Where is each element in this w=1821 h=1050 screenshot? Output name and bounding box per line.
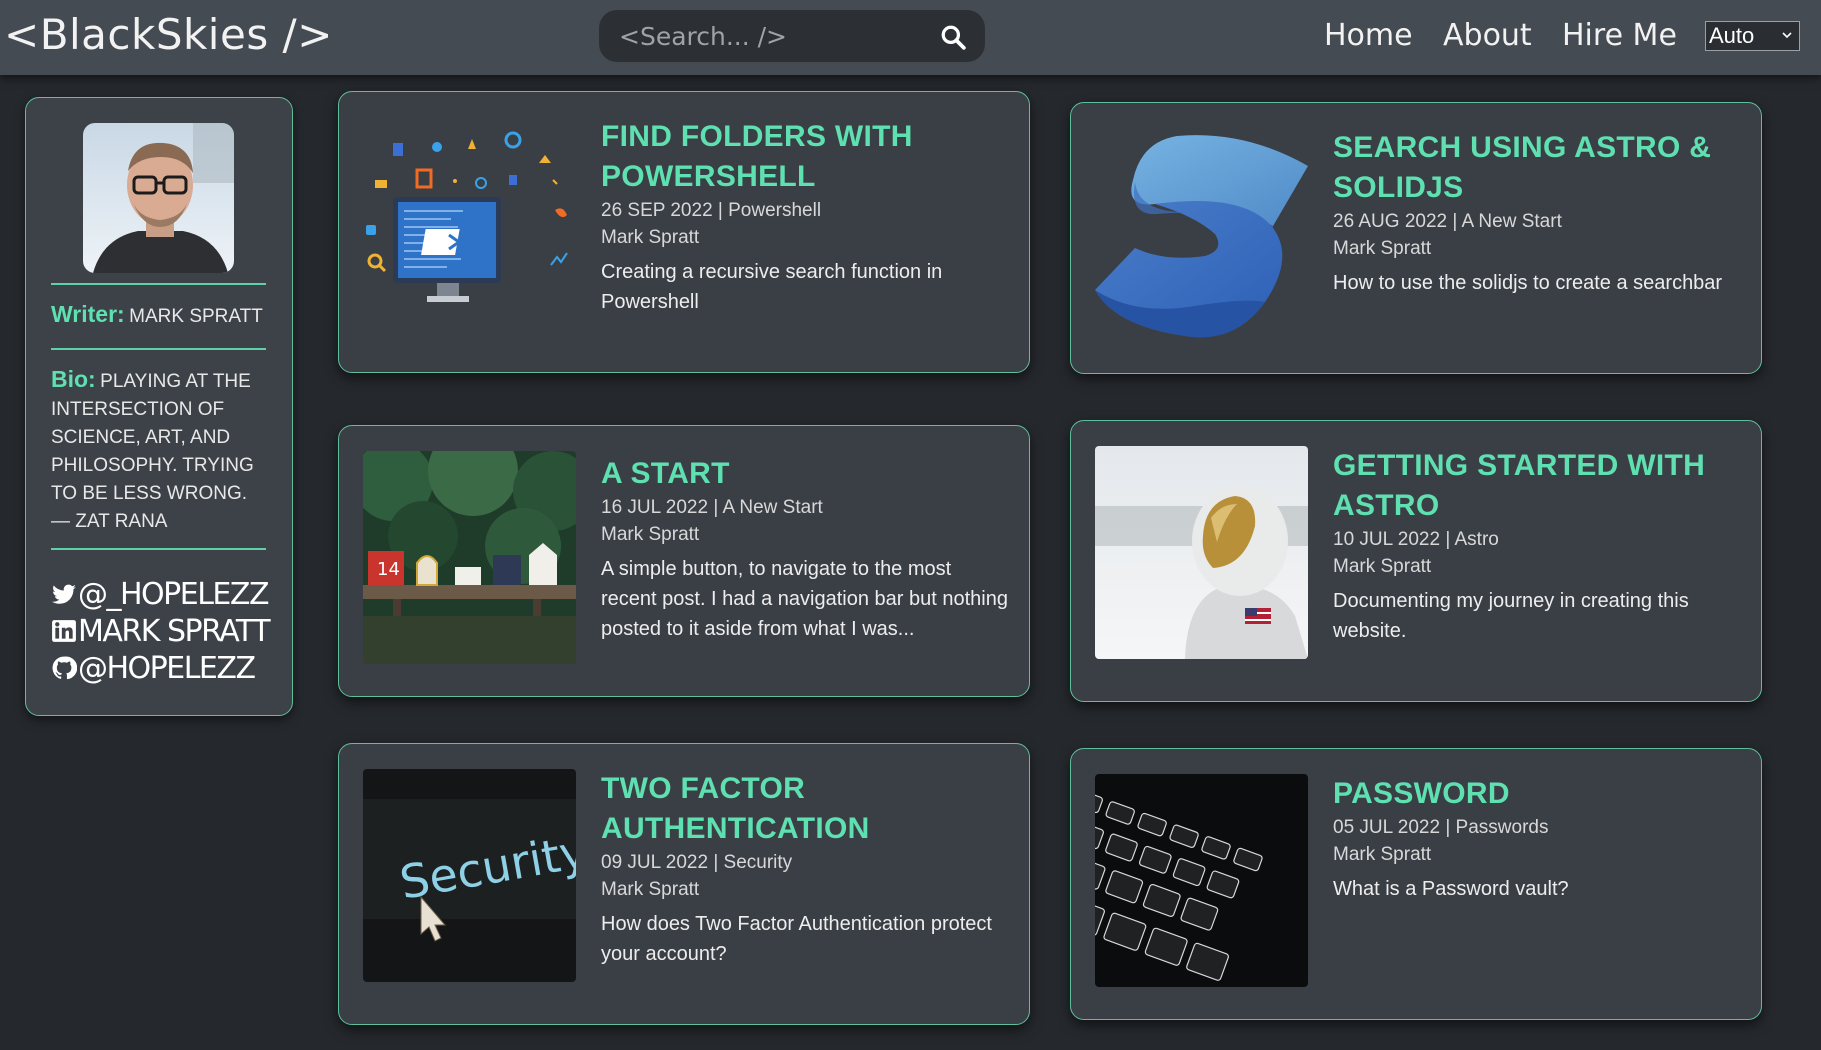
twitter-icon	[52, 584, 76, 604]
sidebar-divider	[51, 283, 266, 285]
powershell-illustration	[363, 125, 576, 338]
twitter-link[interactable]: @_hopelezz	[51, 576, 281, 612]
post-description: Documenting my journey in creating this …	[1333, 590, 1689, 642]
post-description: How does Two Factor Authentication prote…	[601, 913, 992, 965]
writer-name: Mark Spratt	[129, 306, 263, 327]
post-title[interactable]: A Start	[601, 454, 1011, 494]
author-sidebar: Writer: Mark Spratt Bio: Playing at the …	[25, 97, 293, 716]
security-photo: Security	[363, 769, 576, 982]
post-title[interactable]: Two Factor Authentication	[601, 769, 1011, 849]
bio-text: Playing at the intersection of science, …	[51, 371, 254, 532]
post-author: Mark Spratt	[1333, 844, 1432, 865]
sidebar-divider	[51, 348, 266, 350]
chevron-down-icon	[1782, 32, 1792, 39]
nav-home-link[interactable]: Home	[1324, 18, 1413, 53]
post-author: Mark Spratt	[601, 227, 700, 248]
post-date-category: 05 JUL 2022 | Passwords	[1333, 817, 1549, 838]
search-bar	[599, 10, 985, 62]
post-description: How to use the solidjs to create a searc…	[1333, 272, 1723, 294]
top-navigation-bar: <BlackSkies /> Home About Hire Me Auto	[0, 0, 1821, 75]
linkedin-icon	[52, 620, 76, 642]
search-icon[interactable]	[940, 24, 966, 50]
post-card-body: Two Factor Authentication 09 JUL 2022 | …	[601, 769, 1011, 969]
post-date-category: 16 JUL 2022 | A New Start	[601, 497, 823, 518]
post-description: A simple button, to navigate to the most…	[601, 558, 1008, 640]
solidjs-logo	[1095, 130, 1308, 343]
theme-select[interactable]: Auto	[1705, 21, 1800, 51]
post-author: Mark Spratt	[1333, 556, 1432, 577]
bio-info: Bio: Playing at the intersection of scie…	[51, 366, 266, 536]
writer-label: Writer:	[51, 301, 125, 327]
post-card[interactable]: Getting Started with Astro 10 JUL 2022 |…	[1070, 420, 1762, 702]
post-description: What is a Password vault?	[1333, 878, 1569, 900]
svg-text:14: 14	[377, 559, 400, 580]
nav-hire-me-link[interactable]: Hire Me	[1562, 18, 1677, 53]
linkedin-link[interactable]: Mark Spratt	[51, 613, 281, 649]
mailboxes-photo: 14	[363, 451, 576, 664]
post-card-body: Getting Started with Astro 10 JUL 2022 |…	[1333, 446, 1743, 646]
post-date-category: 10 JUL 2022 | Astro	[1333, 529, 1499, 550]
github-link[interactable]: @hopelezz	[51, 650, 281, 686]
site-logo[interactable]: <BlackSkies />	[4, 10, 333, 59]
author-avatar	[83, 123, 234, 273]
post-date-category: 26 SEP 2022 | Powershell	[601, 200, 822, 221]
twitter-handle: @_hopelezz	[78, 576, 270, 612]
post-author: Mark Spratt	[601, 879, 700, 900]
post-description: Creating a recursive search function in …	[601, 261, 943, 313]
post-title[interactable]: Password	[1333, 774, 1743, 814]
post-card[interactable]: Search using Astro & SolidJS 26 AUG 2022…	[1070, 102, 1762, 374]
search-input[interactable]	[619, 18, 919, 54]
post-card[interactable]: Find Folders with Powershell 26 SEP 2022…	[338, 91, 1030, 373]
post-card[interactable]: Password 05 JUL 2022 | Passwords Mark Sp…	[1070, 748, 1762, 1020]
post-card-body: A Start 16 JUL 2022 | A New Start Mark S…	[601, 454, 1011, 644]
post-card-body: Password 05 JUL 2022 | Passwords Mark Sp…	[1333, 774, 1743, 904]
bio-label: Bio:	[51, 366, 96, 392]
linkedin-name: Mark Spratt	[78, 613, 271, 649]
writer-info: Writer: Mark Spratt	[51, 301, 276, 328]
github-handle: @hopelezz	[78, 650, 256, 686]
post-card-body: Search using Astro & SolidJS 26 AUG 2022…	[1333, 128, 1743, 298]
post-title[interactable]: Getting Started with Astro	[1333, 446, 1743, 526]
post-card-body: Find Folders with Powershell 26 SEP 2022…	[601, 117, 1011, 317]
post-card[interactable]: Security Two Factor Authentication 09 JU…	[338, 743, 1030, 1025]
nav-about-link[interactable]: About	[1443, 18, 1532, 53]
post-card[interactable]: 14 A Start 16 JUL 2022 | A New Start Mar…	[338, 425, 1030, 697]
post-date-category: 09 JUL 2022 | Security	[601, 852, 793, 873]
post-author: Mark Spratt	[601, 524, 700, 545]
theme-select-value: Auto	[1709, 23, 1755, 48]
astronaut-photo	[1095, 446, 1308, 659]
post-date-category: 26 AUG 2022 | A New Start	[1333, 211, 1562, 232]
sidebar-divider	[51, 548, 266, 550]
post-title[interactable]: Search using Astro & SolidJS	[1333, 128, 1743, 208]
keyboard-photo	[1095, 774, 1308, 987]
post-title[interactable]: Find Folders with Powershell	[601, 117, 1011, 197]
post-author: Mark Spratt	[1333, 238, 1432, 259]
github-icon	[52, 656, 77, 680]
